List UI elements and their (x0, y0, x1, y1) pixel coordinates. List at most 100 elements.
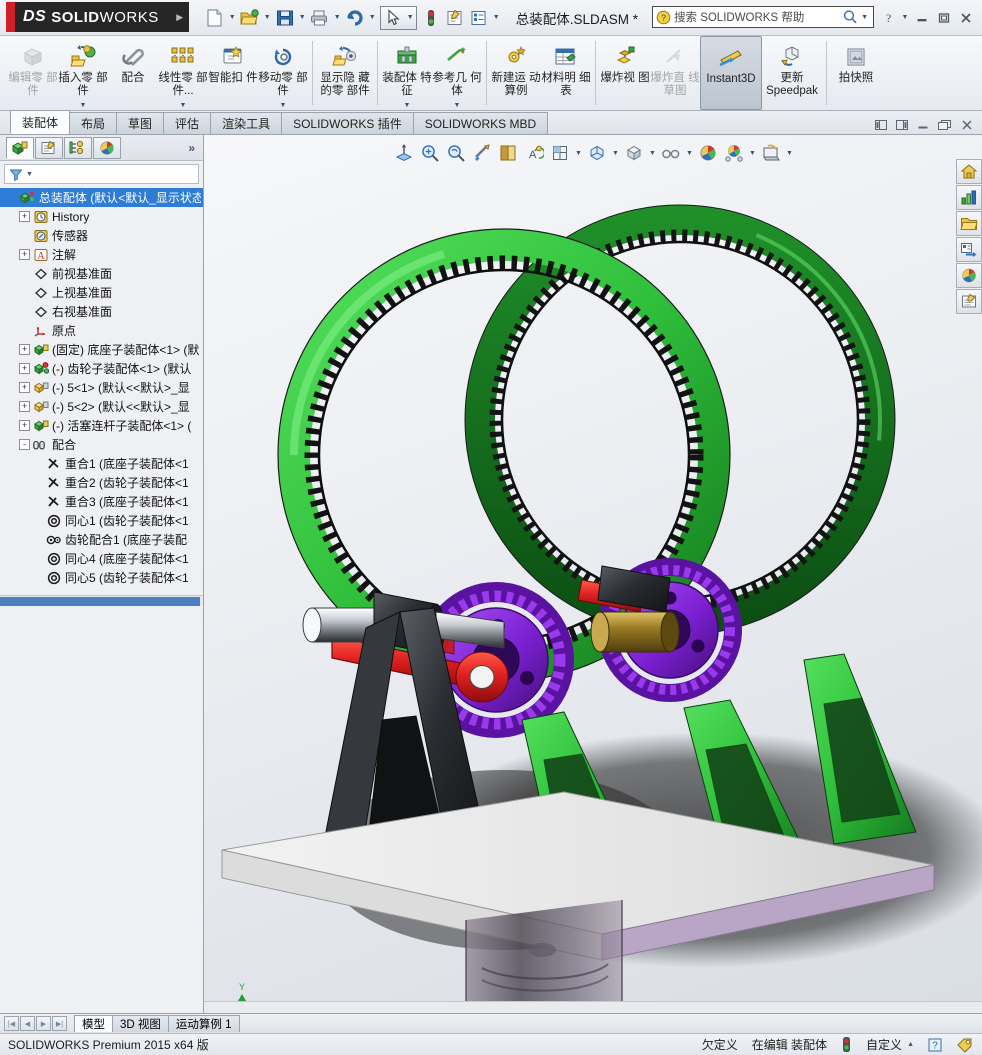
tree-node[interactable]: 上视基准面 (0, 283, 203, 302)
tree-expand-icon[interactable]: + (19, 344, 30, 355)
options-icon[interactable] (467, 6, 491, 30)
undo-caret-icon[interactable]: ▼ (367, 6, 378, 30)
ribbon-insert-component[interactable]: 插入零 部件 ▼ (58, 36, 108, 110)
feature-manager-tab[interactable] (6, 136, 34, 159)
ribbon-instant3d[interactable]: Instant3D (700, 36, 762, 110)
help-caret-icon[interactable]: ▼ (900, 6, 910, 30)
tree-scrollbar-thumb[interactable] (0, 596, 200, 606)
graphics-horizontal-scrollbar[interactable] (204, 1001, 982, 1013)
ribbon-exploded-view[interactable]: 爆炸视 图 (600, 36, 650, 110)
rebuild-status-icon[interactable] (841, 1036, 852, 1053)
appearances-scenes-icon[interactable] (956, 263, 982, 288)
feature-tree[interactable]: 总装配体 (默认<默认_显示状态 + History 传感器 + A 注解 前视基准面 上视基准… (0, 186, 203, 595)
save-document-caret-icon[interactable]: ▼ (297, 6, 308, 30)
bottom-tab-3d-views[interactable]: 3D 视图 (112, 1015, 169, 1032)
tree-expand-icon[interactable]: + (19, 420, 30, 431)
ribbon-linear-component-pattern[interactable]: 线性零 部件... ▼ (158, 36, 208, 110)
tree-expand-icon[interactable]: + (19, 363, 30, 374)
display-style-caret-icon[interactable]: ▼ (574, 141, 583, 165)
graphics-area[interactable]: A ▼ ▼ ▼ ▼ ▼ ▼ Y (204, 135, 982, 1013)
manager-tabs-more-icon[interactable]: » (188, 141, 203, 155)
save-document-icon[interactable] (273, 6, 297, 30)
tree-node[interactable]: + History (0, 207, 203, 226)
search-help-box[interactable]: ? 搜索 SOLIDWORKS 帮助 ▼ (652, 6, 874, 28)
tree-node[interactable]: 右视基准面 (0, 302, 203, 321)
tree-horizontal-scrollbar[interactable] (0, 595, 203, 606)
hide-show-items-icon[interactable] (585, 141, 609, 165)
next-tab-button[interactable]: ▶ (36, 1016, 51, 1031)
ribbon-smart-fasteners[interactable]: 智能扣 件 (208, 36, 258, 110)
tree-node[interactable]: 传感器 (0, 226, 203, 245)
undo-icon[interactable] (343, 6, 367, 30)
tree-node[interactable]: + A 注解 (0, 245, 203, 264)
tree-expand-icon[interactable]: + (19, 249, 30, 260)
select-arrow-icon[interactable] (381, 6, 405, 30)
tree-node[interactable]: + (-) 齿轮子装配体<1> (默认 (0, 359, 203, 378)
rebuild-icon[interactable] (419, 6, 443, 30)
zoom-to-fit-icon[interactable] (392, 141, 416, 165)
print-document-icon[interactable] (308, 6, 332, 30)
select-tool-caret-icon[interactable]: ▼ (405, 6, 416, 30)
tree-node[interactable]: + (固定) 底座子装配体<1> (默 (0, 340, 203, 359)
rotate-view-icon[interactable] (759, 141, 783, 165)
hide-show-caret-icon[interactable]: ▼ (611, 141, 620, 165)
section-view-icon[interactable] (470, 141, 494, 165)
close-document-button[interactable] (960, 119, 974, 131)
view-palette-icon[interactable] (956, 237, 982, 262)
open-document-icon[interactable] (238, 6, 262, 30)
ribbon-reference-geometry[interactable]: 参考几 何体 ▼ (432, 36, 482, 110)
property-manager-tab[interactable] (35, 136, 63, 159)
ribbon-take-snapshot[interactable]: 拍快照 (831, 36, 881, 110)
tab-evaluate[interactable]: 评估 (163, 112, 212, 134)
edit-appearance-icon[interactable] (622, 141, 646, 165)
options-caret-icon[interactable]: ▼ (491, 6, 502, 30)
split-view-horizontal-icon[interactable] (874, 119, 888, 131)
close-window-button[interactable] (956, 6, 976, 30)
tab-render-tools[interactable]: 渲染工具 (210, 112, 283, 134)
move-component-caret-icon[interactable]: ▼ (280, 102, 287, 109)
ribbon-edit-component[interactable]: 编辑零 部件 (8, 36, 58, 110)
custom-properties-icon[interactable] (956, 289, 982, 314)
tab-layout[interactable]: 布局 (69, 112, 118, 134)
tree-node[interactable]: 同心5 (齿轮子装配体<1 (0, 568, 203, 587)
tree-node[interactable]: 原点 (0, 321, 203, 340)
tree-filter-bar[interactable]: ▼ (4, 164, 199, 184)
tree-node[interactable]: - 配合 (0, 435, 203, 454)
view-scene-lights-icon[interactable] (722, 141, 746, 165)
tab-sketch[interactable]: 草图 (116, 112, 165, 134)
tag-icon[interactable] (956, 1037, 974, 1053)
minimize-window-button[interactable] (912, 6, 932, 30)
tree-node[interactable]: 重合2 (齿轮子装配体<1 (0, 473, 203, 492)
units-caret-icon[interactable]: ▲ (907, 1041, 914, 1048)
display-manager-tab[interactable] (93, 136, 121, 159)
tree-node[interactable]: 同心1 (齿轮子装配体<1 (0, 511, 203, 530)
filter-caret-icon[interactable]: ▼ (26, 171, 33, 178)
menu-expand-arrow-icon[interactable]: ▶ (170, 2, 189, 32)
tab-solidworks-mbd[interactable]: SOLIDWORKS MBD (412, 112, 549, 134)
help-icon[interactable]: ? (878, 6, 898, 30)
ribbon-move-component[interactable]: 移动零 部件 ▼ (258, 36, 308, 110)
tree-node[interactable]: + (-) 5<2> (默认<<默认>_显 (0, 397, 203, 416)
tree-expand-icon[interactable]: + (19, 382, 30, 393)
model-scene[interactable]: Y X Z (204, 160, 982, 1013)
apply-scene-icon[interactable]: A (522, 141, 546, 165)
view-settings-icon[interactable] (659, 141, 683, 165)
assembly-features-caret-icon[interactable]: ▼ (404, 102, 411, 109)
previous-view-icon[interactable] (444, 141, 468, 165)
ribbon-assembly-features[interactable]: 装配体 特征 ▼ (382, 36, 432, 110)
tab-solidworks-addins[interactable]: SOLIDWORKS 插件 (281, 112, 414, 134)
ribbon-mate[interactable]: 配合 (108, 36, 158, 110)
linear-pattern-caret-icon[interactable]: ▼ (180, 102, 187, 109)
solidworks-resources-icon[interactable] (956, 159, 982, 184)
tree-node[interactable]: 重合1 (底座子装配体<1 (0, 454, 203, 473)
solidworks-logo[interactable]: DS SOLID WORKS ▶ (6, 2, 189, 32)
tree-expand-icon[interactable]: + (19, 401, 30, 412)
first-tab-button[interactable]: |◀ (4, 1016, 19, 1031)
view-settings-caret-icon[interactable]: ▼ (685, 141, 694, 165)
split-view-vertical-icon[interactable] (895, 119, 909, 131)
file-properties-icon[interactable] (443, 6, 467, 30)
bottom-tab-motion-study[interactable]: 运动算例 1 (167, 1015, 240, 1032)
tree-node[interactable]: 同心4 (底座子装配体<1 (0, 549, 203, 568)
print-document-caret-icon[interactable]: ▼ (332, 6, 343, 30)
new-document-caret-icon[interactable]: ▼ (227, 6, 238, 30)
